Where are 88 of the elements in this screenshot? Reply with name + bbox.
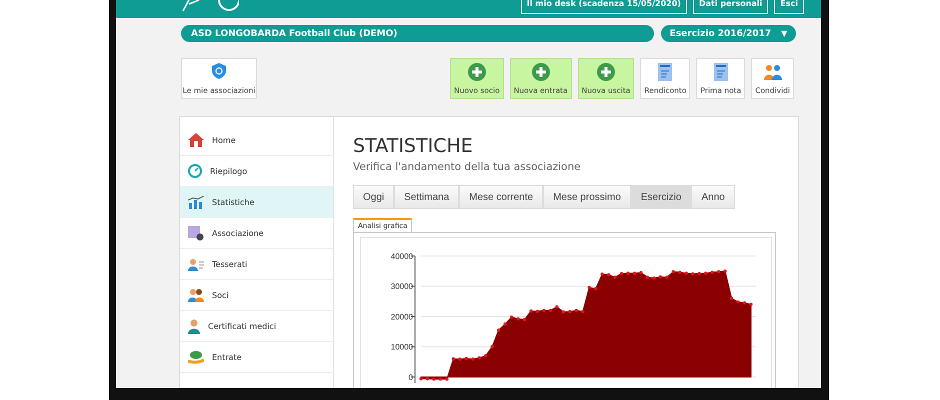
data-point (471, 358, 474, 361)
data-point (555, 305, 558, 308)
data-point (445, 377, 448, 381)
data-point (432, 377, 436, 381)
data-point (684, 272, 688, 275)
data-point (438, 377, 442, 381)
y-tick-label: 30000 (390, 282, 413, 292)
period-tab[interactable]: Settimana (394, 185, 460, 209)
period-tab[interactable]: Oggi (353, 185, 394, 209)
document-icon (714, 63, 728, 81)
data-point (704, 272, 708, 275)
data-point (504, 322, 507, 326)
data-point (510, 315, 514, 319)
data-point (581, 310, 584, 314)
data-point (742, 301, 746, 304)
data-point (620, 272, 624, 276)
data-point (452, 357, 455, 360)
data-point (484, 354, 488, 358)
person-icon (188, 318, 200, 334)
data-point (710, 270, 714, 274)
data-point (568, 310, 572, 314)
period-tab[interactable]: Mese corrente (459, 185, 544, 209)
house-icon (188, 133, 204, 147)
data-point (691, 272, 694, 276)
data-point (522, 318, 526, 322)
data-point (464, 356, 468, 360)
y-tick-label: 10000 (390, 342, 413, 352)
sidebar-item[interactable]: Associazione (180, 218, 333, 249)
sidebar-item[interactable]: Tesserati (180, 249, 333, 280)
data-point (730, 296, 734, 300)
data-point (458, 358, 462, 361)
sidebar-item[interactable]: Statistiche (180, 187, 333, 218)
club-name-bar: ASD LONGOBARDA Football Club (DEMO) (181, 25, 654, 42)
sidebar-item[interactable]: Certificati medici (180, 311, 333, 342)
data-point (600, 272, 604, 276)
data-point (639, 271, 643, 274)
data-point (562, 310, 565, 314)
data-point (678, 270, 682, 274)
plus-icon (468, 63, 486, 81)
data-point (614, 276, 617, 279)
data-point (542, 308, 546, 312)
data-point (626, 272, 630, 275)
data-point (724, 270, 727, 273)
page-subtitle: Verifica l'andamento della tua associazione (353, 161, 582, 173)
data-point (652, 276, 656, 280)
y-tick-label: 0 (408, 372, 413, 382)
data-point (548, 308, 552, 312)
plus-icon (532, 63, 550, 81)
y-tick-label: 40000 (390, 252, 413, 261)
person-card-icon (188, 258, 204, 270)
period-tab[interactable]: Esercizio (630, 185, 692, 209)
document-icon (658, 63, 672, 81)
data-point (665, 276, 668, 279)
data-point (419, 377, 423, 380)
data-point (426, 377, 430, 380)
data-point (516, 317, 520, 320)
data-point (749, 302, 753, 306)
data-point (736, 300, 740, 304)
sidebar-item[interactable]: Home (180, 125, 333, 156)
data-point (574, 308, 578, 312)
data-point (588, 286, 591, 290)
data-point (490, 345, 494, 348)
data-point (594, 287, 598, 290)
data-point (698, 272, 701, 276)
period-tab[interactable]: Anno (691, 185, 735, 209)
data-point (646, 276, 650, 279)
data-point (497, 328, 500, 332)
list-gear-icon (188, 226, 204, 240)
page-title: STATISTICHE (353, 135, 474, 157)
people-icon (188, 288, 204, 302)
sidebar-item[interactable]: Soci (180, 280, 333, 311)
data-point (529, 309, 533, 313)
data-point (658, 275, 662, 278)
y-tick-label: 20000 (390, 312, 413, 322)
data-point (632, 272, 636, 275)
data-point (717, 270, 720, 274)
gauge-icon (188, 164, 202, 178)
data-point (607, 273, 610, 276)
people-icon (764, 63, 782, 81)
period-tab[interactable]: Mese prossimo (543, 185, 631, 209)
hand-leaf-icon (188, 350, 204, 364)
data-point (672, 270, 675, 274)
plus-icon (596, 63, 615, 81)
shield-icon (212, 63, 226, 79)
data-point (536, 310, 540, 313)
sidebar-item[interactable]: Entrate (180, 342, 333, 373)
data-point (478, 356, 481, 360)
bar-chart-icon (188, 196, 204, 208)
